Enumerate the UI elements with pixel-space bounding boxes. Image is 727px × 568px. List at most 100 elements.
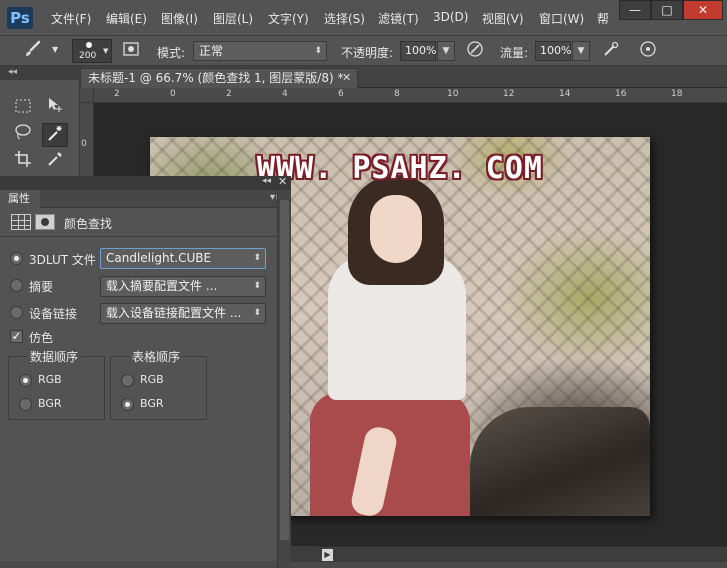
eyedropper-tool-icon[interactable] (42, 150, 68, 174)
layer-mask-icon[interactable] (35, 214, 55, 230)
menu-filter[interactable]: 滤镜(T) (378, 10, 419, 27)
ruler-tick-label: 2 (114, 89, 120, 99)
close-icon[interactable]: ✕ (342, 69, 351, 87)
label-data-order-rgb: RGB (38, 373, 62, 386)
abstract-profile-select[interactable]: 载入摘要配置文件 ... ⬍ (100, 276, 266, 297)
menu-image[interactable]: 图像(I) (161, 10, 198, 27)
ruler-tick-label: 12 (503, 89, 515, 99)
ruler-tick-label: 14 (559, 89, 571, 99)
move-tool-icon[interactable] (42, 96, 68, 120)
menu-layer[interactable]: 图层(L) (213, 10, 253, 27)
radio-device-link[interactable] (10, 306, 23, 319)
data-order-title: 数据顺序 (27, 348, 82, 365)
opacity-label: 不透明度: (341, 46, 394, 60)
panel-scrollbar-thumb[interactable] (280, 200, 289, 540)
horizontal-ruler[interactable]: 2 0 2 4 6 8 10 12 14 16 18 20 22 24 26 2… (94, 88, 727, 103)
menu-bar: Ps 文件(F) 编辑(E) 图像(I) 图层(L) 文字(Y) 选择(S) 滤… (0, 0, 727, 36)
flow-slider-button[interactable]: ▼ (572, 41, 590, 61)
document-tab-bar: 未标题-1 @ 66.7% (颜色查找 1, 图层蒙版/8) * ✕ (80, 66, 727, 88)
panel-header-bar: ◂◂ ✕ (0, 175, 291, 190)
device-link-profile-value: 载入设备链接配置文件 ... (106, 306, 242, 320)
3dlut-file-select[interactable]: Candlelight.CUBE ⬍ (100, 248, 266, 269)
marquee-tool-icon[interactable] (10, 96, 36, 120)
window-close-button[interactable]: ✕ (683, 0, 723, 20)
divider (0, 236, 277, 237)
abstract-profile-value: 载入摘要配置文件 ... (106, 279, 218, 293)
ruler-tick-label: 0 (170, 89, 176, 99)
radio-data-order-rgb[interactable] (19, 374, 32, 387)
flow-input[interactable]: 100% (535, 41, 571, 61)
blend-mode-value: 正常 (199, 44, 224, 58)
menu-help[interactable]: 帮 (597, 10, 609, 27)
menu-view[interactable]: 视图(V) (482, 10, 524, 27)
minimize-button[interactable]: — (619, 0, 651, 20)
device-link-profile-select[interactable]: 载入设备链接配置文件 ... ⬍ (100, 303, 266, 324)
brush-tool-icon[interactable] (22, 40, 44, 62)
panel-footer-toolbar (0, 561, 277, 568)
magic-wand-tool-icon[interactable] (42, 123, 68, 147)
radio-abstract[interactable] (10, 279, 23, 292)
label-table-order-rgb: RGB (140, 373, 164, 386)
collapse-icon[interactable]: ◂◂ (262, 176, 271, 186)
menu-type[interactable]: 文字(Y) (268, 10, 309, 27)
radio-table-order-rgb[interactable] (121, 374, 134, 387)
crop-tool-icon[interactable] (10, 150, 36, 174)
ruler-tick-label: 6 (338, 89, 344, 99)
menu-select[interactable]: 选择(S) (324, 10, 365, 27)
mode-label: 模式: (157, 46, 186, 60)
pressure-size-icon[interactable] (637, 40, 659, 62)
flow-label: 流量: (500, 46, 529, 60)
document-tab[interactable]: 未标题-1 @ 66.7% (颜色查找 1, 图层蒙版/8) * ✕ (80, 68, 358, 88)
ruler-tick-label: 16 (615, 89, 627, 99)
ruler-tick-label: 4 (282, 89, 288, 99)
menu-window[interactable]: 窗口(W) (539, 10, 584, 27)
toolbox (0, 80, 80, 176)
ruler-tick-label: 2 (226, 89, 232, 99)
updown-icon: ⬍ (253, 253, 261, 263)
panel-scrollbar[interactable] (277, 190, 291, 568)
radio-3dlut[interactable] (10, 252, 23, 265)
toolbox-collapse-bar[interactable]: ◂◂ (0, 66, 80, 80)
photoshop-logo: Ps (7, 7, 33, 29)
label-3dlut: 3DLUT 文件 (29, 253, 96, 267)
blend-mode-select[interactable]: 正常 ⬍ (193, 41, 327, 61)
brush-panel-toggle-icon[interactable] (120, 40, 142, 62)
maximize-button[interactable]: □ (651, 0, 683, 20)
pressure-opacity-icon[interactable] (464, 40, 486, 62)
scroll-right-arrow-icon[interactable]: ▶ (322, 549, 333, 561)
opacity-input[interactable]: 100% (400, 41, 436, 61)
updown-icon: ⬍ (253, 308, 261, 318)
tab-properties[interactable]: 属性 (0, 190, 40, 208)
tool-preset-dropdown[interactable]: ▼ (52, 45, 58, 54)
horizontal-scrollbar[interactable]: ▶ (318, 546, 727, 562)
adjustment-table-icon[interactable] (11, 214, 31, 230)
menu-edit[interactable]: 编辑(E) (106, 10, 147, 27)
opacity-slider-button[interactable]: ▼ (437, 41, 455, 61)
brush-size-label: 200 (79, 51, 97, 61)
ruler-origin[interactable] (80, 88, 94, 103)
airbrush-icon[interactable] (600, 40, 622, 62)
brush-preset-picker[interactable]: 200 ▼ (72, 39, 112, 63)
vertical-ruler[interactable]: 0 (80, 103, 94, 176)
panel-close-icon[interactable]: ✕ (278, 175, 287, 188)
chevron-down-icon: ▼ (103, 47, 109, 55)
panel-tab-bar: 属性 ▾≡ (0, 190, 291, 208)
menu-file[interactable]: 文件(F) (51, 10, 91, 27)
dither-checkbox[interactable]: ✓ (10, 330, 23, 343)
3dlut-file-value: Candlelight.CUBE (106, 251, 212, 265)
adjustment-title: 颜色查找 (64, 217, 113, 231)
radio-table-order-bgr[interactable] (121, 398, 134, 411)
lasso-tool-icon[interactable] (10, 123, 36, 147)
radio-data-order-bgr[interactable] (19, 398, 32, 411)
label-abstract: 摘要 (29, 280, 54, 294)
stone-roof (470, 407, 650, 516)
menu-3d[interactable]: 3D(D) (433, 10, 468, 24)
ruler-tick-label: 8 (394, 89, 400, 99)
document-tab-title: 未标题-1 @ 66.7% (颜色查找 1, 图层蒙版/8) * (88, 71, 344, 85)
updown-icon: ⬍ (253, 281, 261, 291)
table-order-title: 表格顺序 (129, 348, 184, 365)
label-data-order-bgr: BGR (38, 397, 62, 410)
label-dither: 仿色 (29, 331, 54, 345)
face (370, 195, 422, 263)
ruler-tick-label: 10 (447, 89, 459, 99)
